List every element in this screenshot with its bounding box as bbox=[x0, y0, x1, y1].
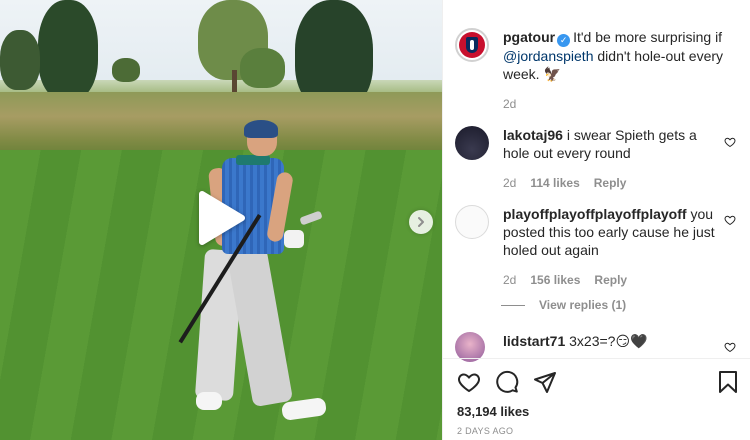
comment-text: lakotaj96 i swear Spieth gets a hole out… bbox=[503, 126, 723, 192]
play-button[interactable] bbox=[190, 188, 250, 248]
comment-username[interactable]: lakotaj96 bbox=[503, 127, 563, 143]
verified-icon: ✓ bbox=[557, 33, 571, 47]
replies-divider bbox=[501, 304, 525, 306]
comment-meta: 2d 156 likes Reply bbox=[503, 271, 725, 289]
comment-username[interactable]: lidstart71 bbox=[503, 333, 565, 349]
media-tree bbox=[112, 58, 140, 82]
comment-username[interactable]: playoffplayoffplayoffplayoff bbox=[503, 206, 687, 222]
next-media-button[interactable] bbox=[409, 210, 433, 234]
comment-item: lakotaj96 i swear Spieth gets a hole out… bbox=[455, 126, 745, 192]
post-media-video[interactable] bbox=[0, 0, 442, 440]
play-icon bbox=[199, 191, 245, 245]
caption-text: pgatour ✓ It'd be more surprising if @jord… bbox=[503, 28, 745, 113]
heart-icon[interactable] bbox=[724, 136, 736, 148]
comment-body: 3x23=?😏🖤 bbox=[569, 333, 648, 349]
share-icon[interactable] bbox=[533, 370, 557, 394]
view-replies-button[interactable]: View replies (1) bbox=[501, 298, 626, 312]
reply-button[interactable]: Reply bbox=[594, 273, 627, 287]
comment-meta: 2d 114 likes Reply bbox=[503, 174, 723, 192]
pga-shield-icon bbox=[466, 37, 478, 53]
caption-mention-link[interactable]: @jordanspieth bbox=[503, 48, 594, 64]
post-timestamp[interactable]: 2 DAYS AGO bbox=[457, 426, 513, 436]
comment-age: 2d bbox=[503, 176, 517, 190]
media-tree bbox=[0, 30, 40, 90]
heart-icon[interactable] bbox=[457, 370, 481, 394]
chevron-right-icon bbox=[418, 217, 424, 227]
media-tree-trunk bbox=[232, 70, 237, 94]
comment-likes[interactable]: 156 likes bbox=[530, 273, 580, 287]
eagle-emoji: 🦅 bbox=[543, 65, 561, 82]
action-bar bbox=[455, 370, 741, 398]
media-tree bbox=[38, 0, 98, 100]
heart-icon[interactable] bbox=[724, 341, 736, 353]
avatar[interactable] bbox=[455, 126, 489, 160]
golfer-collar bbox=[236, 155, 270, 165]
golfer-shoe bbox=[196, 392, 222, 410]
caption-age: 2d bbox=[503, 96, 517, 111]
avatar[interactable] bbox=[455, 28, 489, 62]
heart-icon[interactable] bbox=[724, 214, 736, 226]
comment-likes[interactable]: 114 likes bbox=[530, 176, 579, 190]
likes-count[interactable]: 83,194 likes bbox=[457, 404, 529, 419]
golfer-glove bbox=[284, 230, 304, 248]
comment-item: playoffplayoffplayoffplayoff you posted … bbox=[455, 205, 745, 289]
reply-button[interactable]: Reply bbox=[594, 176, 627, 190]
post-details-panel: pgatour ✓ It'd be more surprising if @jord… bbox=[442, 0, 750, 440]
bookmark-icon[interactable] bbox=[717, 370, 739, 394]
media-tree bbox=[240, 48, 285, 88]
pga-tour-logo bbox=[459, 32, 485, 58]
comment-icon[interactable] bbox=[495, 370, 519, 394]
comment-text: playoffplayoffplayoffplayoff you posted … bbox=[503, 205, 725, 289]
caption-username[interactable]: pgatour bbox=[503, 29, 555, 45]
caption-meta: 2d bbox=[503, 95, 745, 113]
golfer-cap bbox=[244, 120, 278, 138]
avatar[interactable] bbox=[455, 205, 489, 239]
caption-body-start: It'd be more surprising if bbox=[573, 29, 723, 45]
post-caption: pgatour ✓ It'd be more surprising if @jord… bbox=[455, 28, 745, 113]
view-replies-label: View replies (1) bbox=[539, 298, 627, 312]
actions-divider bbox=[443, 358, 750, 359]
comment-age: 2d bbox=[503, 273, 517, 287]
